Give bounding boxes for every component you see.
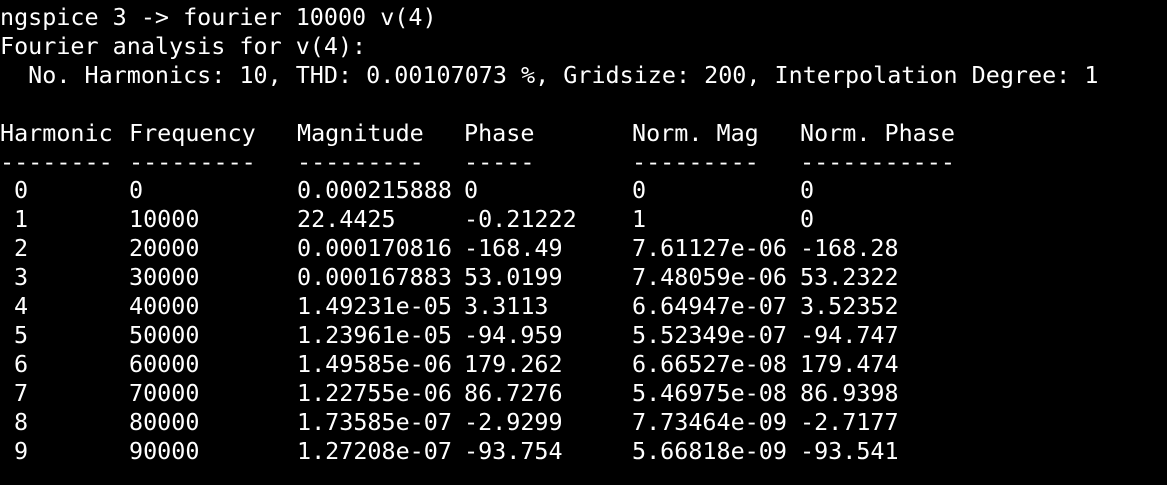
cell-norm-phase: 0 bbox=[800, 205, 815, 234]
cell-frequency: 90000 bbox=[129, 436, 200, 465]
cell-magnitude: 1.49231e-05 bbox=[297, 292, 452, 320]
cell-norm-phase: 53.2322 bbox=[800, 263, 899, 292]
cell-norm-mag: 6.64947e-07 bbox=[632, 292, 787, 320]
cell-magnitude: 1.22755e-06 bbox=[297, 378, 452, 407]
cell-phase: -93.754 bbox=[464, 436, 563, 465]
cell-harmonic: 0 bbox=[14, 176, 29, 205]
cell-harmonic: 8 bbox=[14, 407, 29, 436]
cell-phase: 0 bbox=[464, 176, 479, 205]
header-norm-mag: Norm. Mag bbox=[632, 118, 759, 147]
cell-magnitude: 22.4425 bbox=[297, 205, 396, 234]
divider-norm-phase: ----------- bbox=[800, 147, 955, 176]
cell-norm-phase: -2.7177 bbox=[800, 407, 899, 436]
cell-norm-mag: 7.73464e-09 bbox=[632, 407, 787, 436]
table-row: 2 20000 0.000170816 -168.49 7.61127e-06 … bbox=[0, 234, 1167, 263]
analysis-params-line: No. Harmonics: 10, THD: 0.00107073 %, Gr… bbox=[0, 60, 1099, 89]
divider-frequency: --------- bbox=[129, 147, 256, 176]
cell-frequency: 80000 bbox=[129, 407, 200, 436]
cell-phase: 179.262 bbox=[464, 349, 563, 378]
header-phase: Phase bbox=[464, 118, 535, 147]
cell-magnitude: 0.000167883 bbox=[297, 263, 452, 292]
cell-norm-mag: 6.66527e-08 bbox=[632, 349, 787, 378]
cell-harmonic: 5 bbox=[14, 320, 29, 349]
cell-norm-mag: 5.46975e-08 bbox=[632, 378, 787, 407]
cell-norm-phase: 86.9398 bbox=[800, 378, 899, 407]
cell-norm-phase: -168.28 bbox=[800, 234, 899, 263]
table-divider-row: -------- --------- --------- ----- -----… bbox=[0, 148, 1167, 177]
header-frequency: Frequency bbox=[129, 118, 256, 147]
cell-norm-phase: -93.541 bbox=[800, 436, 899, 465]
cell-magnitude: 1.23961e-05 bbox=[297, 320, 452, 349]
command-prompt-line: ngspice 3 -> fourier 10000 v(4) bbox=[0, 3, 437, 31]
divider-phase: ----- bbox=[464, 147, 535, 176]
divider-norm-mag: --------- bbox=[632, 147, 759, 176]
cell-frequency: 10000 bbox=[129, 205, 200, 234]
cell-frequency: 50000 bbox=[129, 320, 200, 349]
header-magnitude: Magnitude bbox=[297, 118, 424, 147]
header-harmonic: Harmonic bbox=[0, 118, 113, 147]
cell-harmonic: 7 bbox=[14, 378, 29, 407]
table-row: 6 60000 1.49585e-06 179.262 6.66527e-08 … bbox=[0, 350, 1167, 379]
cell-frequency: 60000 bbox=[129, 349, 200, 378]
analysis-title-line: Fourier analysis for v(4): bbox=[0, 31, 367, 60]
cell-norm-mag: 1 bbox=[632, 205, 647, 234]
table-row: 5 50000 1.23961e-05 -94.959 5.52349e-07 … bbox=[0, 321, 1167, 350]
divider-harmonic: -------- bbox=[0, 147, 113, 176]
cell-norm-phase: 3.52352 bbox=[800, 292, 899, 320]
header-norm-phase: Norm. Phase bbox=[800, 118, 955, 147]
cell-norm-mag: 0 bbox=[632, 176, 647, 205]
cell-frequency: 20000 bbox=[129, 234, 200, 263]
cell-norm-phase: 0 bbox=[800, 176, 815, 205]
cell-phase: -2.9299 bbox=[464, 407, 563, 436]
divider-magnitude: --------- bbox=[297, 147, 424, 176]
cell-magnitude: 0.000170816 bbox=[297, 234, 452, 263]
cell-frequency: 40000 bbox=[129, 292, 200, 320]
table-row: 4 40000 1.49231e-05 3.3113 6.64947e-07 3… bbox=[0, 292, 1167, 321]
cell-norm-phase: -94.747 bbox=[800, 320, 899, 349]
cell-phase: 53.0199 bbox=[464, 263, 563, 292]
cell-harmonic: 6 bbox=[14, 349, 29, 378]
cell-magnitude: 0.000215888 bbox=[297, 176, 452, 205]
cell-magnitude: 1.73585e-07 bbox=[297, 407, 452, 436]
cell-norm-mag: 5.52349e-07 bbox=[632, 320, 787, 349]
cell-harmonic: 4 bbox=[14, 292, 29, 320]
cell-phase: -0.21222 bbox=[464, 205, 577, 234]
cell-frequency: 30000 bbox=[129, 263, 200, 292]
table-row: 9 90000 1.27208e-07 -93.754 5.66818e-09 … bbox=[0, 437, 1167, 466]
table-row: 8 80000 1.73585e-07 -2.9299 7.73464e-09 … bbox=[0, 408, 1167, 437]
cell-norm-mag: 7.48059e-06 bbox=[632, 263, 787, 292]
cell-harmonic: 2 bbox=[14, 234, 29, 263]
table-header-row: Harmonic Frequency Magnitude Phase Norm.… bbox=[0, 119, 1167, 148]
cell-phase: -168.49 bbox=[464, 234, 563, 263]
cell-norm-mag: 5.66818e-09 bbox=[632, 436, 787, 465]
table-row: 0 0 0.000215888 0 0 0 bbox=[0, 176, 1167, 205]
cell-phase: -94.959 bbox=[464, 320, 563, 349]
cell-harmonic: 3 bbox=[14, 263, 29, 292]
table-row: 1 10000 22.4425 -0.21222 1 0 bbox=[0, 205, 1167, 234]
cell-phase: 3.3113 bbox=[464, 292, 549, 320]
cell-norm-mag: 7.61127e-06 bbox=[632, 234, 787, 263]
cell-frequency: 0 bbox=[129, 176, 144, 205]
table-row: 3 30000 0.000167883 53.0199 7.48059e-06 … bbox=[0, 263, 1167, 292]
cell-norm-phase: 179.474 bbox=[800, 349, 899, 378]
table-row: 7 70000 1.22755e-06 86.7276 5.46975e-08 … bbox=[0, 379, 1167, 408]
terminal-window[interactable]: ngspice 3 -> fourier 10000 v(4) Fourier … bbox=[0, 0, 1167, 485]
cell-phase: 86.7276 bbox=[464, 378, 563, 407]
cell-harmonic: 9 bbox=[14, 436, 29, 465]
cell-harmonic: 1 bbox=[14, 205, 29, 234]
cell-magnitude: 1.27208e-07 bbox=[297, 436, 452, 465]
cell-frequency: 70000 bbox=[129, 378, 200, 407]
cell-magnitude: 1.49585e-06 bbox=[297, 349, 452, 378]
